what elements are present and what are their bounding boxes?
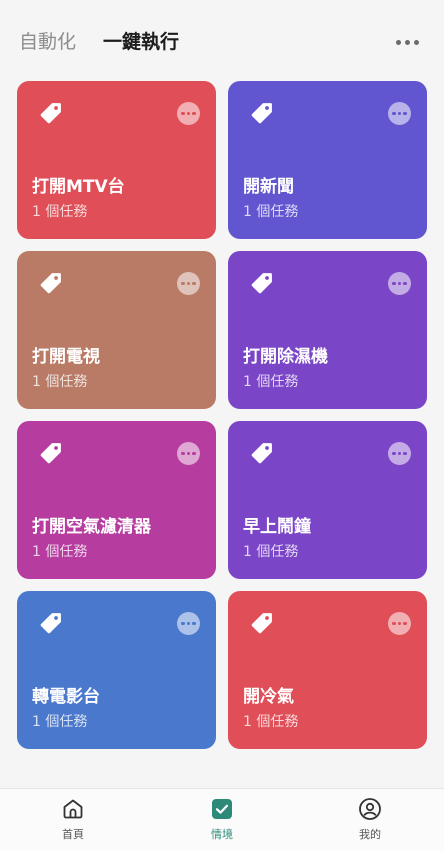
tag-icon [251, 443, 272, 464]
card-title: 打開除濕機 [243, 347, 328, 367]
user-circle-icon [359, 798, 381, 820]
card-more-icon[interactable] [388, 442, 411, 465]
card-more-icon[interactable] [177, 272, 200, 295]
home-icon [63, 799, 83, 819]
tag-icon [251, 273, 272, 294]
scene-card[interactable]: 轉電影台 1 個任務 [17, 591, 216, 749]
card-more-icon[interactable] [388, 272, 411, 295]
bottom-navigation: 首頁 情境 我的 [0, 788, 444, 851]
card-task-count: 1 個任務 [243, 714, 299, 730]
nav-me-label: 我的 [359, 828, 381, 841]
tab-automation[interactable]: 自動化 [19, 30, 76, 54]
tag-icon [40, 443, 61, 464]
scene-card[interactable]: 開冷氣 1 個任務 [228, 591, 427, 749]
tag-icon [251, 613, 272, 634]
check-square-icon [212, 799, 232, 819]
tag-icon [40, 273, 61, 294]
nav-me[interactable]: 我的 [330, 797, 410, 847]
card-more-icon[interactable] [177, 442, 200, 465]
tag-icon [40, 613, 61, 634]
card-more-icon[interactable] [177, 102, 200, 125]
top-bar: 自動化 一鍵執行 [0, 0, 444, 80]
card-more-icon[interactable] [388, 102, 411, 125]
scene-card-grid: 打開MTV台 1 個任務 開新聞 1 個任務 打開電視 1 個任務 打開除濕機 … [17, 81, 427, 749]
card-task-count: 1 個任務 [32, 374, 88, 390]
scene-card[interactable]: 打開空氣濾清器 1 個任務 [17, 421, 216, 579]
card-title: 轉電影台 [32, 687, 100, 707]
tag-icon [251, 103, 272, 124]
card-task-count: 1 個任務 [32, 544, 88, 560]
card-task-count: 1 個任務 [32, 204, 88, 220]
tab-one-tap[interactable]: 一鍵執行 [103, 30, 179, 54]
scene-card[interactable]: 開新聞 1 個任務 [228, 81, 427, 239]
card-task-count: 1 個任務 [243, 204, 299, 220]
scene-card[interactable]: 打開電視 1 個任務 [17, 251, 216, 409]
card-task-count: 1 個任務 [32, 714, 88, 730]
nav-scenes[interactable]: 情境 [182, 797, 262, 847]
card-more-icon[interactable] [177, 612, 200, 635]
nav-scenes-label: 情境 [211, 828, 233, 841]
scene-card[interactable]: 早上鬧鐘 1 個任務 [228, 421, 427, 579]
card-title: 早上鬧鐘 [243, 517, 311, 537]
card-title: 開新聞 [243, 177, 294, 197]
card-title: 開冷氣 [243, 687, 294, 707]
card-task-count: 1 個任務 [243, 374, 299, 390]
scene-card[interactable]: 打開MTV台 1 個任務 [17, 81, 216, 239]
nav-home-label: 首頁 [62, 828, 84, 841]
scene-card[interactable]: 打開除濕機 1 個任務 [228, 251, 427, 409]
card-more-icon[interactable] [388, 612, 411, 635]
card-title: 打開電視 [32, 347, 100, 367]
card-title: 打開空氣濾清器 [32, 517, 151, 537]
card-title: 打開MTV台 [32, 177, 125, 197]
tag-icon [40, 103, 61, 124]
more-options-icon[interactable] [390, 30, 424, 54]
card-task-count: 1 個任務 [243, 544, 299, 560]
nav-home[interactable]: 首頁 [33, 797, 113, 847]
